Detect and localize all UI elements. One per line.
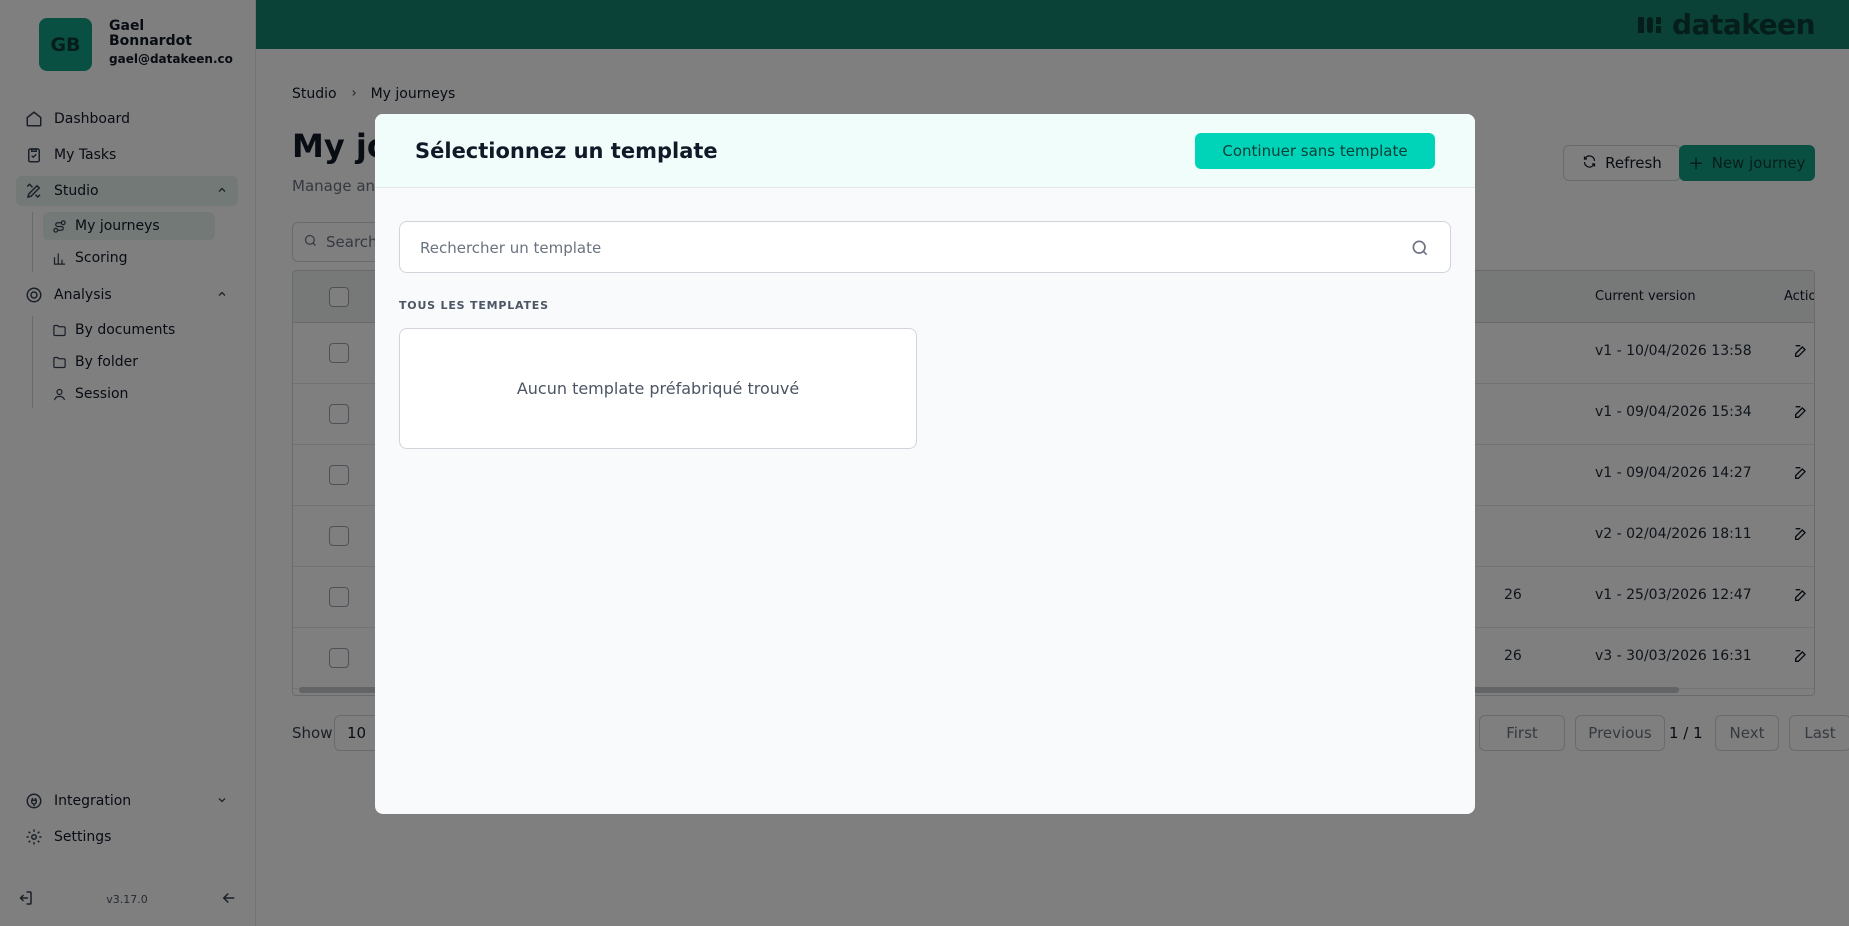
modal-header: Sélectionnez un template Continuer sans … bbox=[375, 114, 1475, 188]
template-search-input[interactable] bbox=[420, 236, 1380, 260]
empty-state-text: Aucun template préfabriqué trouvé bbox=[516, 379, 800, 398]
template-search-field[interactable] bbox=[399, 221, 1451, 273]
empty-state-card: Aucun template préfabriqué trouvé bbox=[399, 328, 917, 449]
template-modal: Sélectionnez un template Continuer sans … bbox=[375, 114, 1475, 814]
section-label: TOUS LES TEMPLATES bbox=[399, 299, 549, 312]
modal-title: Sélectionnez un template bbox=[415, 139, 718, 163]
search-icon[interactable] bbox=[1410, 238, 1430, 262]
continue-without-template-button[interactable]: Continuer sans template bbox=[1195, 133, 1435, 169]
